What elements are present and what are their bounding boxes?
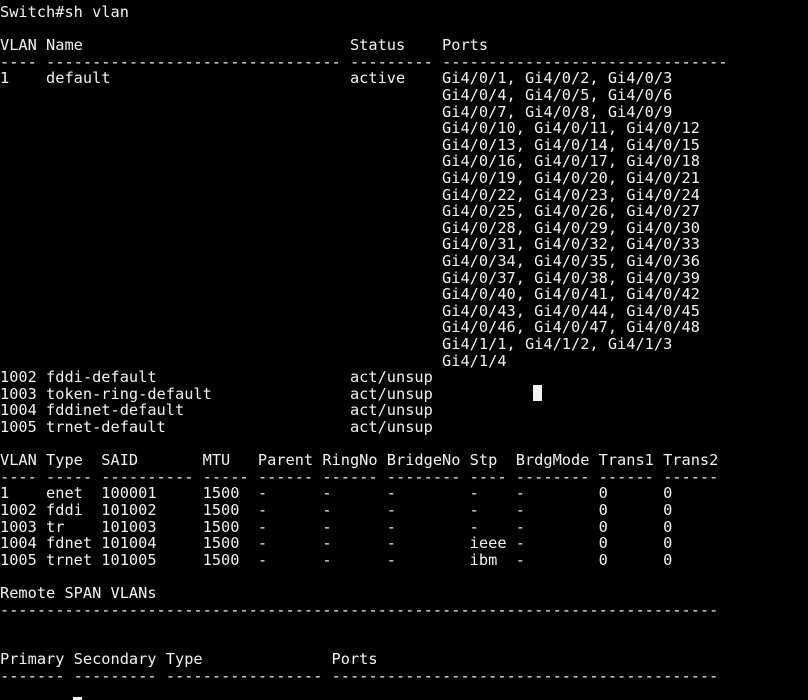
- terminal-line: ---- -------------------------------- --…: [0, 52, 728, 71]
- terminal-line: 1003 token-ring-default act/unsup: [0, 384, 433, 403]
- terminal-line: 1002 fddi 101002 1500 - - - - - 0 0: [0, 501, 673, 519]
- terminal-line: Remote SPAN VLANs: [0, 584, 157, 602]
- terminal-line: Gi4/0/10, Gi4/0/11, Gi4/0/12: [0, 119, 700, 138]
- terminal-line: 1004 fdnet 101004 1500 - - - ieee - 0 0: [0, 534, 673, 553]
- terminal-line: 1005 trnet-default act/unsup: [0, 418, 433, 436]
- terminal-line: Gi4/0/13, Gi4/0/14, Gi4/0/15: [0, 135, 700, 154]
- terminal-line: Gi4/0/40, Gi4/0/41, Gi4/0/42: [0, 285, 700, 304]
- terminal-line: Gi4/0/28, Gi4/0/29, Gi4/0/30: [0, 218, 700, 237]
- terminal-line: Gi4/0/16, Gi4/0/17, Gi4/0/18: [0, 152, 700, 171]
- terminal-line: Gi4/0/31, Gi4/0/32, Gi4/0/33: [0, 235, 700, 254]
- terminal-line: ---- ----- ---------- ----- ------ -----…: [0, 467, 719, 486]
- terminal-line: 1003 tr 101003 1500 - - - - - 0 0: [0, 517, 673, 536]
- terminal-line: Gi4/0/4, Gi4/0/5, Gi4/0/6: [0, 86, 673, 104]
- terminal-line: Gi4/0/46, Gi4/0/47, Gi4/0/48: [0, 318, 700, 337]
- terminal-window[interactable]: Switch#sh vlan VLAN Name Status Ports --…: [0, 0, 808, 700]
- terminal-line: ----------------------------------------…: [0, 600, 719, 619]
- terminal-line: Gi4/0/22, Gi4/0/23, Gi4/0/24: [0, 185, 700, 204]
- terminal-line: VLAN Type SAID MTU Parent RingNo BridgeN…: [0, 451, 719, 470]
- terminal-line: Gi4/0/25, Gi4/0/26, Gi4/0/27: [0, 202, 700, 221]
- terminal-line: 1005 trnet 101005 1500 - - - ibm - 0 0: [0, 550, 673, 569]
- terminal-line: 1002 fddi-default act/unsup: [0, 368, 433, 387]
- terminal-line: Gi4/0/34, Gi4/0/35, Gi4/0/36: [0, 252, 700, 270]
- terminal-line: Gi4/0/7, Gi4/0/8, Gi4/0/9: [0, 102, 673, 121]
- terminal-line: Primary Secondary Type Ports: [0, 650, 378, 669]
- terminal-line: Gi4/1/4: [0, 351, 507, 370]
- terminal-line: ------- --------- ----------------- ----…: [0, 667, 719, 685]
- terminal-line: Gi4/0/43, Gi4/0/44, Gi4/0/45: [0, 301, 700, 320]
- terminal-line: Gi4/0/37, Gi4/0/38, Gi4/0/39: [0, 268, 700, 287]
- terminal-line: Gi4/0/19, Gi4/0/20, Gi4/0/21: [0, 169, 700, 187]
- terminal-line: 1004 fddinet-default act/unsup: [0, 401, 433, 420]
- text-cursor-block: [533, 385, 542, 401]
- terminal-line: Switch#sh vlan: [0, 3, 129, 21]
- terminal-line: Gi4/1/1, Gi4/1/2, Gi4/1/3: [0, 335, 673, 353]
- terminal-line: 1 default active Gi4/0/1, Gi4/0/2, Gi4/0…: [0, 69, 673, 88]
- terminal-line: 1 enet 100001 1500 - - - - - 0 0: [0, 484, 673, 503]
- terminal-line: VLAN Name Status Ports: [0, 36, 489, 55]
